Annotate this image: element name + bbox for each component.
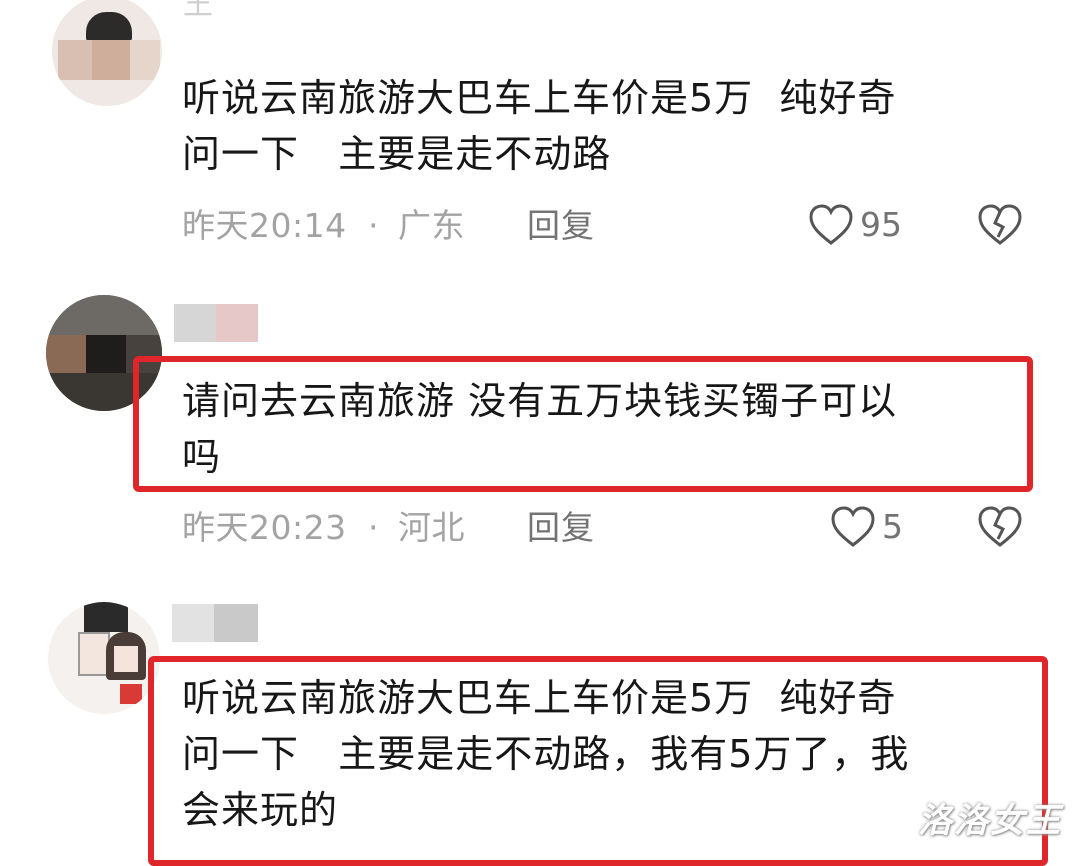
avatar-mosaic [114,646,138,672]
reply-button[interactable]: 回复 [527,206,595,246]
meta-separator: · [368,508,379,547]
avatar-mosaic [120,684,142,704]
watermark: 洛洛女王 [918,801,1062,841]
meta-separator: · [368,206,379,245]
redacted-block [216,304,258,342]
avatar-mosaic [86,335,126,373]
avatar-mosaic [84,602,128,632]
comment-text: 听说云南旅游大巴车上车价是5万 纯好奇 问一下 主要是走不动路 [182,76,897,176]
reply-button[interactable]: 回复 [527,508,595,548]
comment-text: 请问去云南旅游 没有五万块钱买镯子可以 吗 [182,379,898,479]
redacted-block [172,604,214,642]
avatar-mosaic [46,295,162,335]
like-count: 5 [882,507,903,546]
avatar-mosaic [58,40,92,80]
like-button[interactable]: 95 [808,203,902,247]
avatar-mosaic [86,12,132,42]
broken-heart-icon [978,506,1022,547]
comment-text: 听说云南旅游大巴车上车价是5万 纯好奇 问一下 主要是走不动路，我有5万了，我 … [182,676,910,832]
username-redacted[interactable] [172,604,258,642]
dislike-button[interactable] [976,505,1024,553]
redacted-block [174,304,216,342]
avatar-mosaic [130,40,160,80]
like-button[interactable]: 5 [830,505,903,549]
commenter-avatar[interactable] [48,602,160,714]
comment-location: 河北 [398,508,465,547]
heart-icon [809,204,853,245]
username[interactable]: 王 [183,0,213,24]
broken-heart-icon [978,204,1022,245]
heart-icon [831,506,875,547]
commenter-avatar[interactable] [52,0,162,106]
like-count: 95 [860,205,902,244]
comment-time: 昨天20:23 [182,508,347,547]
dislike-button[interactable] [976,203,1024,251]
comment-time: 昨天20:14 [182,206,347,245]
avatar-mosaic [92,40,130,80]
avatar-mosaic [46,335,86,373]
username-redacted[interactable] [174,304,258,342]
comment-location: 广东 [398,206,465,245]
redacted-block [214,604,258,642]
